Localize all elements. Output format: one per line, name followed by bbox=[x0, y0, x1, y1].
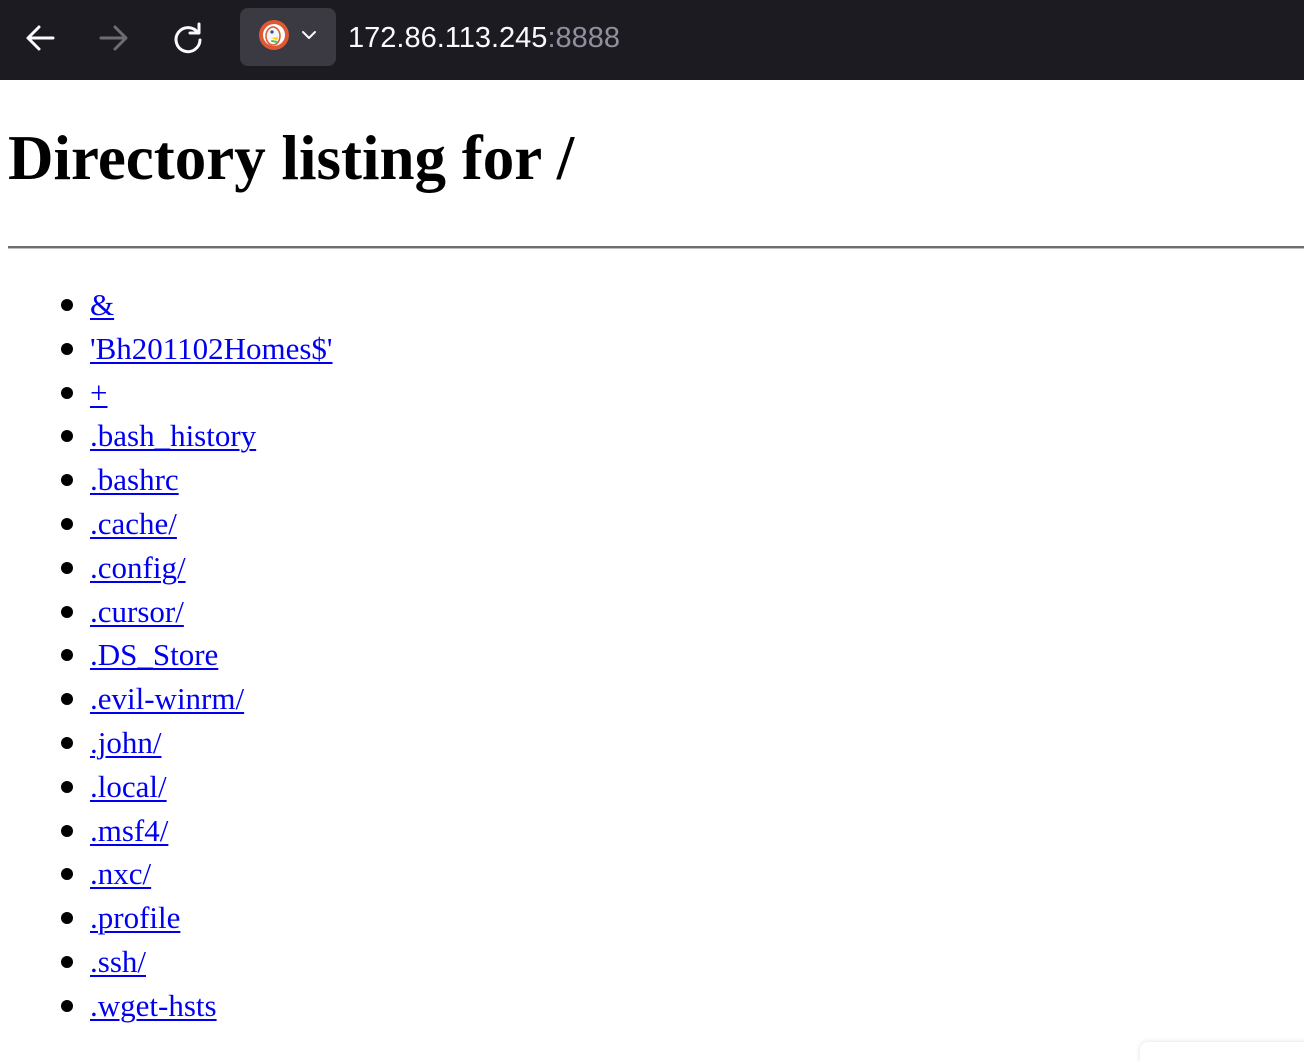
file-link[interactable]: .cursor/ bbox=[90, 594, 184, 629]
page-title: Directory listing for / bbox=[8, 123, 575, 193]
duckduckgo-icon bbox=[258, 19, 290, 56]
bullet-icon bbox=[61, 824, 73, 837]
bullet-icon bbox=[61, 605, 73, 618]
bullet-icon bbox=[61, 649, 73, 662]
directory-listing: & 'Bh201102Homes$' + .bash_history .bashrc .c… bbox=[0, 283, 333, 1028]
list-item: .cache/ bbox=[0, 502, 333, 546]
horizontal-rule bbox=[8, 246, 1304, 249]
file-link[interactable]: .profile bbox=[90, 900, 180, 935]
reload-button[interactable] bbox=[168, 18, 208, 58]
file-link[interactable]: .ssh/ bbox=[90, 944, 146, 979]
bullet-icon bbox=[61, 386, 73, 399]
file-link[interactable]: .bashrc bbox=[90, 462, 179, 497]
bullet-icon bbox=[61, 955, 73, 968]
reload-icon bbox=[171, 21, 205, 55]
file-link[interactable]: .john/ bbox=[90, 725, 161, 760]
file-link[interactable]: .msf4/ bbox=[90, 813, 168, 848]
list-item: .wget-hsts bbox=[0, 984, 333, 1028]
bullet-icon bbox=[61, 693, 73, 706]
file-link[interactable]: .nxc/ bbox=[90, 856, 151, 891]
url-host: 172.86.113.245 bbox=[348, 22, 548, 54]
url-port: :8888 bbox=[547, 22, 621, 54]
browser-toolbar: 172.86.113.245:8888 bbox=[0, 0, 1304, 80]
list-item: .cursor/ bbox=[0, 590, 333, 634]
arrow-right-icon bbox=[97, 21, 131, 55]
file-link[interactable]: .bash_history bbox=[90, 418, 256, 453]
list-item: .bash_history bbox=[0, 414, 333, 458]
list-item: .ssh/ bbox=[0, 940, 333, 984]
list-item: .bashrc bbox=[0, 458, 333, 502]
corner-popup bbox=[1140, 1042, 1304, 1062]
bullet-icon bbox=[61, 517, 73, 530]
bullet-icon bbox=[61, 474, 73, 487]
bullet-icon bbox=[61, 999, 73, 1012]
file-link[interactable]: .evil-winrm/ bbox=[90, 681, 244, 716]
back-button[interactable] bbox=[20, 18, 60, 58]
list-item: .profile bbox=[0, 896, 333, 940]
forward-button[interactable] bbox=[94, 18, 134, 58]
list-item: .local/ bbox=[0, 765, 333, 809]
chevron-down-icon bbox=[300, 26, 318, 49]
file-link[interactable]: 'Bh201102Homes$' bbox=[90, 331, 333, 366]
bullet-icon bbox=[61, 342, 73, 355]
file-link[interactable]: & bbox=[90, 287, 114, 322]
list-item: 'Bh201102Homes$' bbox=[0, 327, 333, 371]
url-bar[interactable]: 172.86.113.245:8888 bbox=[348, 18, 620, 58]
bullet-icon bbox=[61, 868, 73, 881]
bullet-icon bbox=[61, 299, 73, 311]
list-item: .nxc/ bbox=[0, 852, 333, 896]
bullet-icon bbox=[61, 912, 73, 925]
page-content: Directory listing for / & 'Bh201102Homes$… bbox=[0, 80, 1304, 1056]
file-link[interactable]: .local/ bbox=[90, 769, 167, 804]
file-link[interactable]: .config/ bbox=[90, 550, 186, 585]
bullet-icon bbox=[61, 780, 73, 793]
bullet-icon bbox=[61, 561, 73, 574]
list-item: .config/ bbox=[0, 546, 333, 590]
list-item: .john/ bbox=[0, 721, 333, 765]
site-identity-button[interactable] bbox=[240, 8, 336, 66]
file-link[interactable]: .DS_Store bbox=[90, 637, 218, 672]
file-link[interactable]: + bbox=[90, 375, 107, 410]
list-item: .DS_Store bbox=[0, 633, 333, 677]
arrow-left-icon bbox=[23, 21, 57, 55]
file-link[interactable]: .wget-hsts bbox=[90, 988, 217, 1023]
list-item: .evil-winrm/ bbox=[0, 677, 333, 721]
file-link[interactable]: .cache/ bbox=[90, 506, 177, 541]
list-item: .msf4/ bbox=[0, 809, 333, 853]
bullet-icon bbox=[61, 736, 73, 749]
bullet-icon bbox=[61, 430, 73, 443]
list-item: & bbox=[0, 283, 333, 327]
list-item: + bbox=[0, 371, 333, 415]
